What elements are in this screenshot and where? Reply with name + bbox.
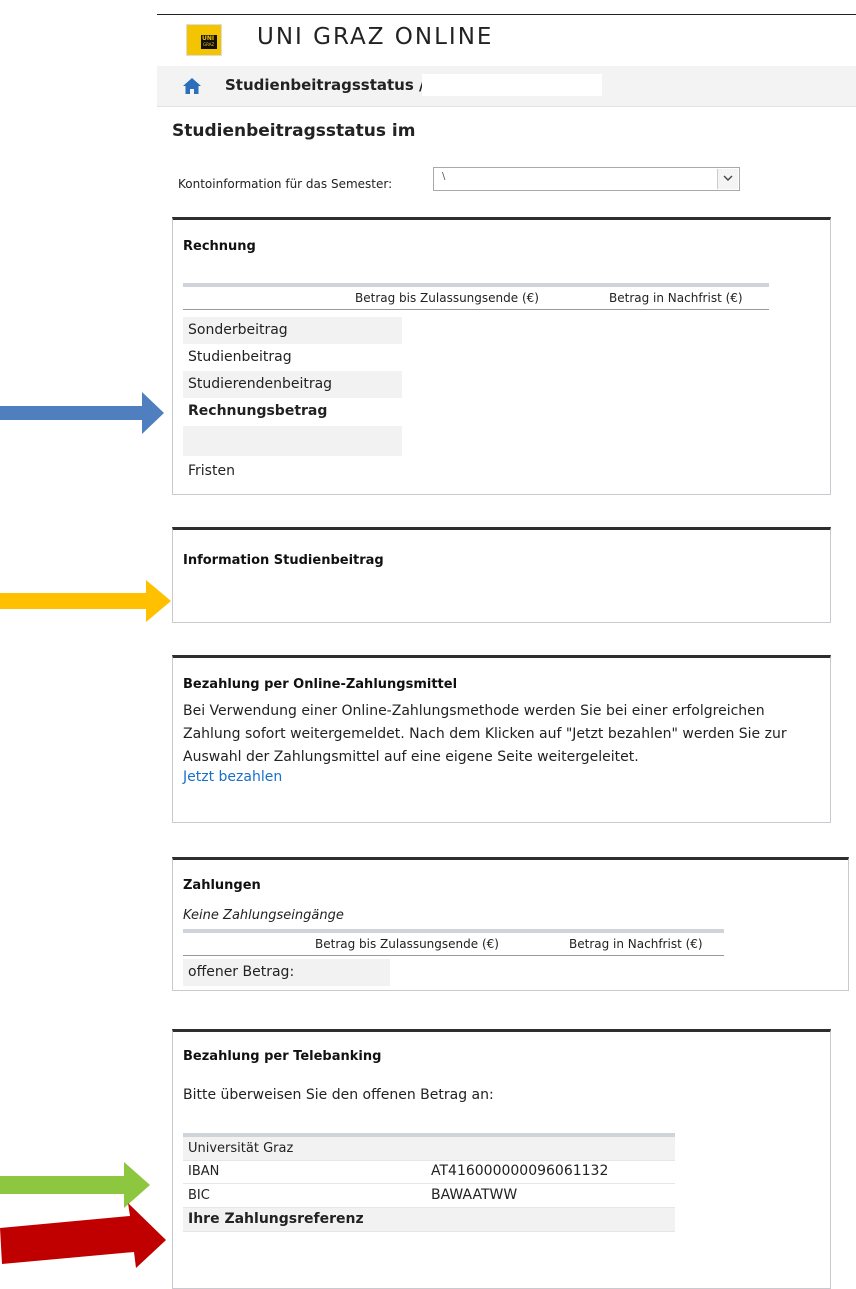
app-title: UNI GRAZ ONLINE (257, 24, 494, 50)
blue-arrow-icon (0, 392, 164, 434)
info-heading: Information Studienbeitrag (183, 553, 384, 568)
iban-value: AT416000000096061132 (431, 1163, 609, 1179)
table-row: Sonderbeitrag (183, 317, 402, 344)
table-row: Studienbeitrag (188, 349, 292, 365)
red-arrow-icon (0, 1203, 166, 1268)
recipient-name: Universität Graz (188, 1141, 294, 1156)
column-header: Betrag in Nachfrist (€) (609, 291, 743, 305)
payments-table-header: Betrag bis Zulassungsende (€) Betrag in … (183, 929, 724, 956)
bic-label: BIC (188, 1188, 210, 1203)
telebanking-instruction: Bitte überweisen Sie den offenen Betrag … (183, 1087, 494, 1103)
online-payment-panel: Bezahlung per Online-Zahlungsmittel Bei … (172, 655, 831, 823)
page-title: Studienbeitragsstatus im (172, 121, 416, 141)
iban-row: IBAN AT416000000096061132 (183, 1160, 675, 1184)
rechnung-table-header: Betrag bis Zulassungsende (€) Betrag in … (183, 283, 769, 310)
reference-row: Ihre Zahlungsreferenz (183, 1208, 675, 1232)
semester-label: Kontoinformation für das Semester: (178, 177, 393, 191)
rechnung-heading: Rechnung (183, 239, 256, 254)
header-divider (157, 14, 856, 15)
reference-label: Ihre Zahlungsreferenz (188, 1211, 364, 1227)
yellow-arrow-icon (0, 580, 171, 622)
semester-select-value: \ (442, 171, 446, 182)
table-row (183, 426, 402, 456)
table-row: Fristen (188, 463, 235, 479)
column-header: Betrag bis Zulassungsende (€) (355, 291, 539, 305)
bic-row: BIC BAWAATWW (183, 1184, 675, 1208)
online-payment-text: Bei Verwendung einer Online-Zahlungsmeth… (183, 703, 787, 765)
online-payment-heading: Bezahlung per Online-Zahlungsmittel (183, 677, 458, 692)
rechnung-panel: Rechnung Betrag bis Zulassungsende (€) B… (172, 217, 831, 495)
table-row: Rechnungsbetrag (188, 403, 328, 419)
breadcrumb-bar: Studienbeitragsstatus / (157, 66, 856, 107)
logo-text-graz: GRAZ (203, 42, 215, 47)
redacted-area (425, 116, 680, 142)
table-row: offener Betrag: (183, 959, 390, 986)
telebanking-heading: Bezahlung per Telebanking (183, 1049, 382, 1064)
bic-value: BAWAATWW (431, 1187, 518, 1203)
home-icon[interactable] (182, 77, 202, 95)
uni-graz-logo[interactable]: UNI GRAZ (187, 25, 221, 55)
iban-label: IBAN (188, 1164, 220, 1179)
chevron-down-icon[interactable] (717, 169, 738, 189)
recipient-row: Universität Graz (183, 1133, 675, 1161)
redacted-area (422, 74, 602, 96)
payments-heading: Zahlungen (183, 878, 261, 893)
payments-panel: Zahlungen Keine Zahlungseingänge Betrag … (172, 857, 849, 991)
info-panel: Information Studienbeitrag (172, 527, 831, 623)
no-payments-note: Keine Zahlungseingänge (183, 908, 344, 923)
table-row: Studierendenbeitrag (183, 371, 402, 398)
pay-now-link[interactable]: Jetzt bezahlen (183, 769, 282, 785)
column-header: Betrag in Nachfrist (€) (569, 937, 703, 951)
semester-select[interactable]: \ (433, 167, 740, 191)
column-header: Betrag bis Zulassungsende (€) (315, 937, 499, 951)
telebanking-panel: Bezahlung per Telebanking Bitte überweis… (172, 1029, 831, 1289)
breadcrumb[interactable]: Studienbeitragsstatus / (225, 76, 425, 94)
